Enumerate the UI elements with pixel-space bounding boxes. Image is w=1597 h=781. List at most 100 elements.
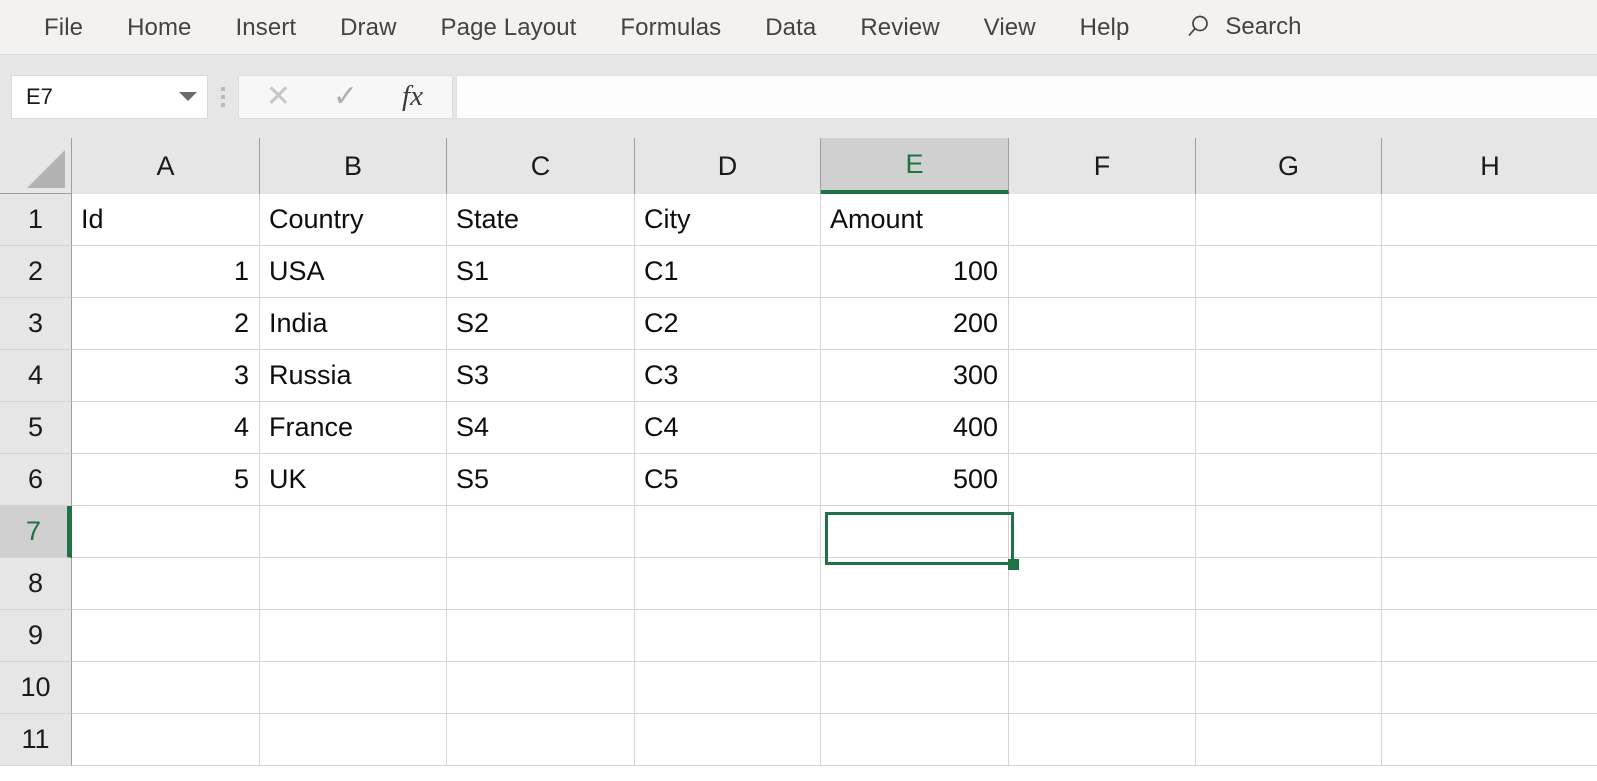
cell-A11[interactable] (72, 714, 260, 766)
cell-D2[interactable]: C1 (635, 246, 821, 298)
cell-E8[interactable] (821, 558, 1009, 610)
cell-F1[interactable] (1009, 194, 1196, 246)
cell-H11[interactable] (1382, 714, 1597, 766)
cell-G10[interactable] (1196, 662, 1382, 714)
cell-A2[interactable]: 1 (72, 246, 260, 298)
cell-H8[interactable] (1382, 558, 1597, 610)
cell-E11[interactable] (821, 714, 1009, 766)
cell-E6[interactable]: 500 (821, 454, 1009, 506)
cell-C7[interactable] (447, 506, 635, 558)
column-header-H[interactable]: H (1382, 138, 1597, 194)
cell-D3[interactable]: C2 (635, 298, 821, 350)
column-header-C[interactable]: C (447, 138, 635, 194)
cell-D1[interactable]: City (635, 194, 821, 246)
cell-B1[interactable]: Country (260, 194, 447, 246)
cell-H9[interactable] (1382, 610, 1597, 662)
cell-D7[interactable] (635, 506, 821, 558)
cell-C9[interactable] (447, 610, 635, 662)
cell-A9[interactable] (72, 610, 260, 662)
cell-D11[interactable] (635, 714, 821, 766)
row-header-5[interactable]: 5 (0, 402, 72, 454)
cell-G2[interactable] (1196, 246, 1382, 298)
ribbon-tab-home[interactable]: Home (105, 0, 213, 55)
cell-F3[interactable] (1009, 298, 1196, 350)
cell-F2[interactable] (1009, 246, 1196, 298)
row-header-6[interactable]: 6 (0, 454, 72, 506)
cell-C2[interactable]: S1 (447, 246, 635, 298)
cell-D4[interactable]: C3 (635, 350, 821, 402)
cell-E7[interactable] (821, 506, 1009, 558)
row-header-7[interactable]: 7 (0, 506, 72, 558)
cell-A1[interactable]: Id (72, 194, 260, 246)
cell-G11[interactable] (1196, 714, 1382, 766)
cell-A8[interactable] (72, 558, 260, 610)
ribbon-tab-review[interactable]: Review (838, 0, 961, 55)
cell-G3[interactable] (1196, 298, 1382, 350)
row-header-10[interactable]: 10 (0, 662, 72, 714)
select-all-button[interactable] (0, 138, 72, 194)
ribbon-tab-draw[interactable]: Draw (318, 0, 418, 55)
cell-C11[interactable] (447, 714, 635, 766)
ribbon-tab-view[interactable]: View (962, 0, 1058, 55)
cell-B5[interactable]: France (260, 402, 447, 454)
ribbon-tab-formulas[interactable]: Formulas (598, 0, 743, 55)
column-header-G[interactable]: G (1196, 138, 1382, 194)
cell-H7[interactable] (1382, 506, 1597, 558)
cell-C5[interactable]: S4 (447, 402, 635, 454)
cell-F8[interactable] (1009, 558, 1196, 610)
cell-B4[interactable]: Russia (260, 350, 447, 402)
row-header-1[interactable]: 1 (0, 194, 72, 246)
cell-E3[interactable]: 200 (821, 298, 1009, 350)
cell-E10[interactable] (821, 662, 1009, 714)
cell-C10[interactable] (447, 662, 635, 714)
ribbon-tab-page-layout[interactable]: Page Layout (419, 0, 599, 55)
cell-D10[interactable] (635, 662, 821, 714)
cell-E1[interactable]: Amount (821, 194, 1009, 246)
cell-B2[interactable]: USA (260, 246, 447, 298)
cell-F9[interactable] (1009, 610, 1196, 662)
cell-B8[interactable] (260, 558, 447, 610)
cell-B9[interactable] (260, 610, 447, 662)
cell-D8[interactable] (635, 558, 821, 610)
fill-handle[interactable] (1008, 559, 1019, 570)
cell-H5[interactable] (1382, 402, 1597, 454)
cell-C4[interactable]: S3 (447, 350, 635, 402)
column-header-A[interactable]: A (72, 138, 260, 194)
enter-button[interactable]: ✓ (317, 76, 375, 118)
cell-G7[interactable] (1196, 506, 1382, 558)
row-header-4[interactable]: 4 (0, 350, 72, 402)
cell-H4[interactable] (1382, 350, 1597, 402)
column-header-F[interactable]: F (1009, 138, 1196, 194)
cell-D5[interactable]: C4 (635, 402, 821, 454)
cell-E9[interactable] (821, 610, 1009, 662)
row-header-11[interactable]: 11 (0, 714, 72, 766)
cell-G5[interactable] (1196, 402, 1382, 454)
formula-input[interactable] (456, 75, 1597, 119)
cell-F10[interactable] (1009, 662, 1196, 714)
cell-B7[interactable] (260, 506, 447, 558)
cell-E2[interactable]: 100 (821, 246, 1009, 298)
ribbon-tab-data[interactable]: Data (743, 0, 838, 55)
cell-A3[interactable]: 2 (72, 298, 260, 350)
cell-C1[interactable]: State (447, 194, 635, 246)
cell-G9[interactable] (1196, 610, 1382, 662)
cell-A7[interactable] (72, 506, 260, 558)
cell-F5[interactable] (1009, 402, 1196, 454)
cell-G1[interactable] (1196, 194, 1382, 246)
ribbon-tab-help[interactable]: Help (1058, 0, 1152, 55)
cell-H3[interactable] (1382, 298, 1597, 350)
cell-A6[interactable]: 5 (72, 454, 260, 506)
cell-H6[interactable] (1382, 454, 1597, 506)
cell-C6[interactable]: S5 (447, 454, 635, 506)
cell-H1[interactable] (1382, 194, 1597, 246)
cell-E4[interactable]: 300 (821, 350, 1009, 402)
cell-B10[interactable] (260, 662, 447, 714)
cell-A5[interactable]: 4 (72, 402, 260, 454)
cell-C3[interactable]: S2 (447, 298, 635, 350)
cell-F7[interactable] (1009, 506, 1196, 558)
cell-F11[interactable] (1009, 714, 1196, 766)
cell-H2[interactable] (1382, 246, 1597, 298)
search-button[interactable]: Search (1175, 0, 1311, 55)
cell-D9[interactable] (635, 610, 821, 662)
cell-G8[interactable] (1196, 558, 1382, 610)
